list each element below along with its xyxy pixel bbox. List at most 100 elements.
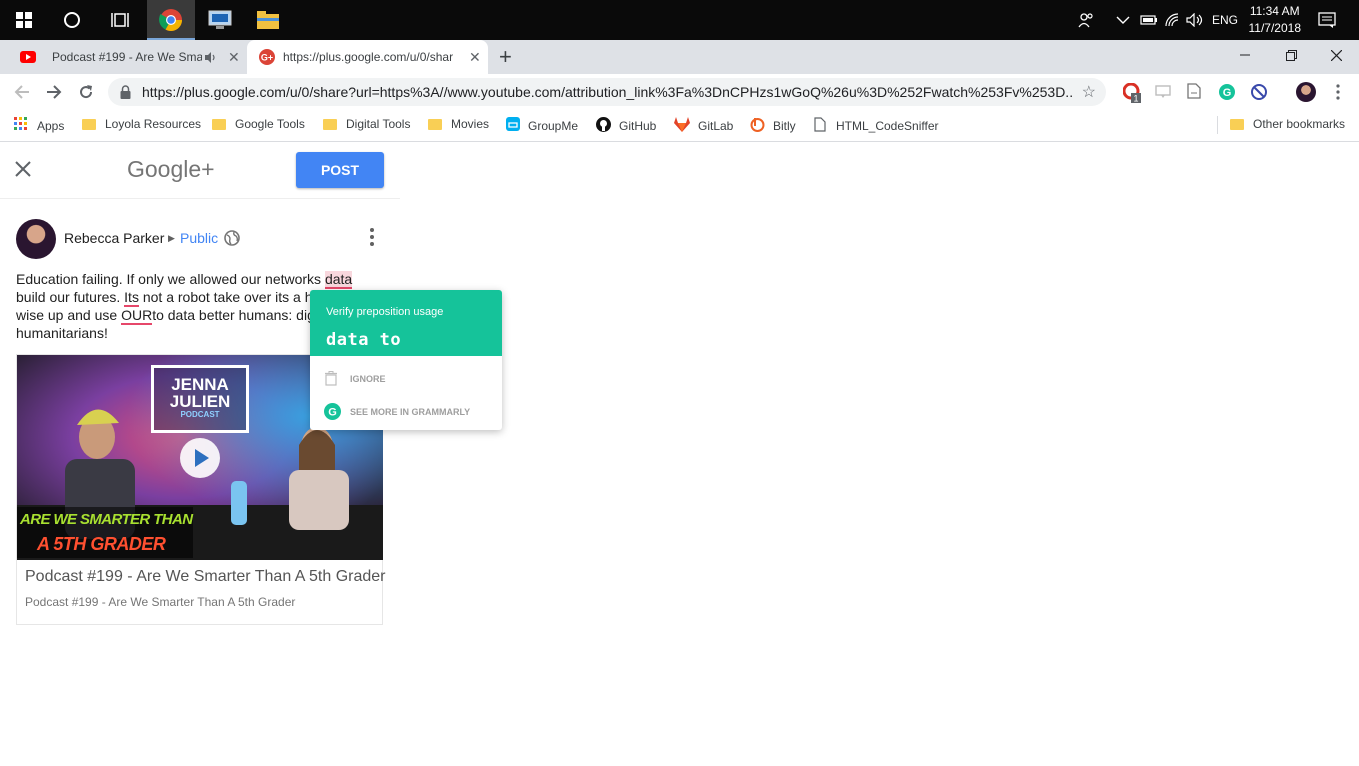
profile-avatar[interactable] (1296, 82, 1316, 102)
author-row: Rebecca Parker ▶ Public (16, 219, 386, 259)
grammarly-suggestion-header[interactable]: Verify preposition usage data to (310, 290, 502, 356)
tab-title: https://plus.google.com/u/0/shar (283, 50, 454, 64)
bookmark-other[interactable]: Other bookmarks (1230, 117, 1345, 131)
bookmark-label: Digital Tools (346, 117, 411, 131)
address-bar[interactable]: https://plus.google.com/u/0/share?url=ht… (108, 78, 1106, 106)
document-extension-icon[interactable] (1187, 83, 1205, 101)
remote-desktop-icon[interactable] (196, 0, 244, 40)
folder-icon (1230, 118, 1244, 130)
caption-line: A 5TH GRADER (37, 534, 166, 554)
bookmark-star-icon[interactable]: ☆ (1082, 82, 1096, 102)
wifi-icon[interactable] (1164, 0, 1180, 40)
people-icon[interactable] (1078, 0, 1094, 40)
tab-podcast[interactable]: Podcast #199 - Are We Smar ✕ (8, 40, 246, 74)
bookmark-digital-tools[interactable]: Digital Tools (323, 117, 410, 131)
extension-red-icon[interactable]: 1 (1122, 82, 1141, 104)
action-center-icon[interactable] (1318, 0, 1336, 40)
bookmark-github[interactable]: GitHub (596, 117, 656, 135)
google-plus-favicon-icon: G+ (259, 49, 275, 68)
audience-selector[interactable]: Public (180, 230, 218, 246)
ignore-button[interactable]: IGNORE (310, 365, 502, 393)
restore-button[interactable] (1268, 40, 1314, 70)
tab-close-icon[interactable]: ✕ (469, 49, 481, 66)
share-header: Google+ POST (0, 142, 400, 199)
caret-right-icon: ▶ (168, 233, 175, 243)
task-view-icon[interactable] (96, 0, 144, 40)
see-more-in-grammarly-button[interactable]: G SEE MORE IN GRAMMARLY (310, 398, 502, 426)
tab-google-plus-share[interactable]: G+ https://plus.google.com/u/0/shar ✕ (247, 40, 488, 74)
battery-icon[interactable] (1140, 0, 1158, 40)
volume-icon[interactable] (1186, 0, 1204, 40)
forward-button[interactable] (42, 80, 66, 104)
apps-grid-icon (14, 117, 28, 134)
bookmark-bitly[interactable]: Bitly (750, 117, 796, 135)
bookmark-label: Apps (37, 118, 65, 133)
minimize-button[interactable] (1222, 40, 1268, 70)
suggestion-title: Verify preposition usage (326, 306, 444, 318)
text-segment: build our futures. (16, 289, 125, 305)
post-button[interactable]: POST (296, 152, 384, 188)
blocker-extension-icon[interactable] (1250, 83, 1268, 101)
extension-badge: 1 (1133, 94, 1138, 104)
more-options-icon[interactable] (364, 227, 380, 252)
svg-text:G+: G+ (261, 53, 273, 63)
bookmarks-separator (1217, 116, 1218, 134)
card-title[interactable]: Podcast #199 - Are We Smarter Than A 5th… (25, 568, 386, 586)
bookmark-groupme[interactable]: GroupMe (506, 117, 578, 134)
text-segment: not a robot take over its a h (138, 289, 313, 305)
bookmark-label: Movies (451, 117, 490, 131)
bookmark-apps[interactable]: Apps (14, 117, 64, 134)
flagged-word[interactable]: Its (124, 289, 139, 307)
suggestion-replacement[interactable]: data to (326, 330, 401, 350)
file-explorer-icon[interactable] (244, 0, 292, 40)
bookmark-gitlab[interactable]: GitLab (674, 117, 733, 135)
tab-close-icon[interactable]: ✕ (228, 49, 240, 66)
podcast-logo: JENNA JULIEN PODCAST (151, 365, 249, 433)
cast-extension-icon[interactable] (1155, 83, 1173, 101)
play-icon[interactable] (180, 438, 220, 483)
bookmark-loyola-resources[interactable]: Loyola Resources (82, 117, 201, 131)
globe-icon[interactable] (224, 230, 240, 251)
bookmark-google-tools[interactable]: Google Tools (212, 117, 305, 131)
chrome-taskbar-icon[interactable] (147, 0, 195, 40)
caption-line: ARE WE SMARTER THAN (20, 511, 193, 528)
grammarly-logo-icon: G (324, 403, 341, 422)
card-subtitle: Podcast #199 - Are We Smarter Than A 5th… (25, 595, 296, 609)
audio-playing-icon[interactable] (205, 52, 217, 66)
grammarly-extension-icon[interactable]: G (1218, 83, 1236, 101)
system-clock[interactable]: 11:34 AM 11/7/2018 (1249, 3, 1302, 37)
tab-title: Podcast #199 - Are We Smar (52, 50, 202, 64)
folder-icon (428, 118, 442, 130)
bookmark-label: Bitly (773, 119, 796, 133)
flagged-word[interactable]: OUR (121, 307, 153, 325)
browser-tab-strip: Podcast #199 - Are We Smar ✕ G+ https://… (0, 40, 1359, 74)
language-indicator[interactable]: ENG (1212, 0, 1238, 40)
chevron-up-icon[interactable] (1116, 0, 1130, 40)
bookmark-movies[interactable]: Movies (428, 117, 489, 131)
text-segment: humanitarians! (16, 325, 108, 341)
clock-date: 11/7/2018 (1248, 21, 1302, 35)
google-plus-logo: Google+ (127, 156, 215, 182)
back-button[interactable] (10, 80, 34, 104)
browser-toolbar: https://plus.google.com/u/0/share?url=ht… (0, 74, 1359, 110)
reload-button[interactable] (74, 80, 98, 104)
see-more-label: SEE MORE IN GRAMMARLY (350, 407, 471, 417)
thumbnail-caption: ARE WE SMARTER THAN A 5TH GRADER (17, 507, 193, 558)
url-text[interactable]: https://plus.google.com/u/0/share?url=ht… (142, 84, 1072, 100)
bookmark-html-codesniffer[interactable]: HTML_CodeSniffer (814, 117, 939, 135)
clock-time: 11:34 AM (1249, 4, 1300, 18)
author-name: Rebecca Parker (64, 230, 165, 246)
lock-icon[interactable] (120, 85, 131, 104)
folder-icon (82, 118, 96, 130)
cortana-search-icon[interactable] (48, 0, 96, 40)
flagged-word[interactable]: data (324, 271, 353, 289)
close-window-button[interactable] (1313, 40, 1359, 70)
close-icon[interactable] (14, 158, 32, 184)
bookmark-label: Loyola Resources (105, 117, 202, 131)
new-tab-button[interactable]: + (499, 46, 512, 68)
windows-start-icon[interactable] (0, 0, 48, 40)
chrome-menu-icon[interactable] (1330, 83, 1348, 101)
bitly-icon (750, 117, 765, 135)
bookmark-label: GroupMe (528, 118, 579, 133)
svg-text:G: G (1223, 87, 1232, 99)
